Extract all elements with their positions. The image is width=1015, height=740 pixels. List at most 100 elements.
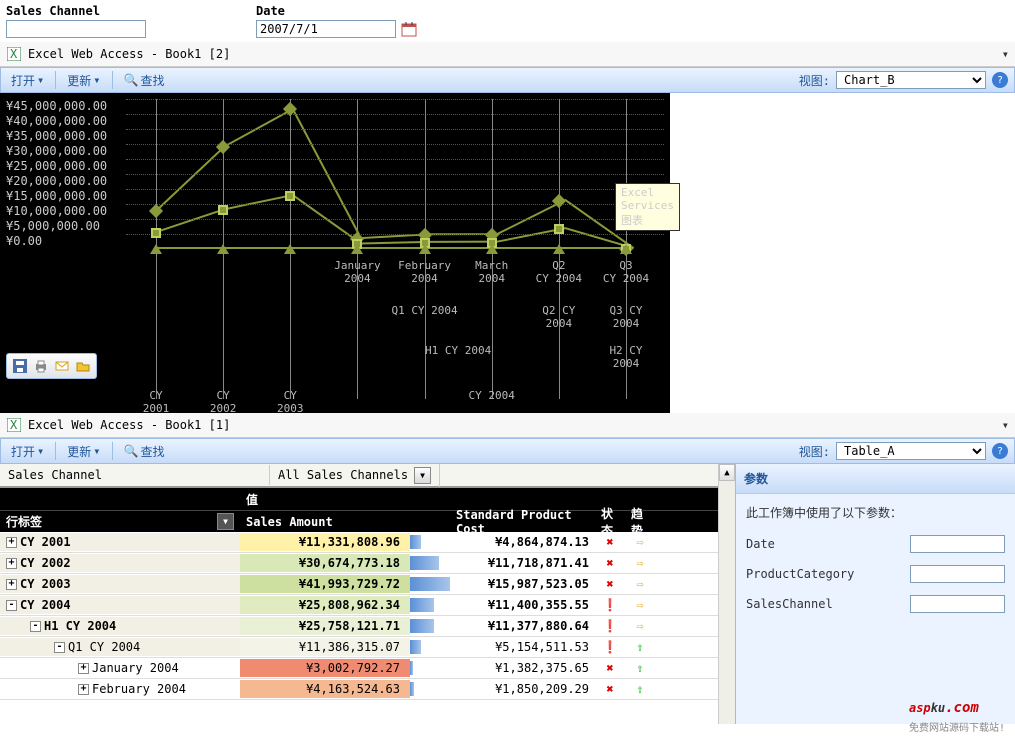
svg-text:X: X <box>10 47 18 61</box>
category-label: Q3 CY 2004 <box>603 259 649 285</box>
refresh-button-2[interactable]: 更新 ▾ <box>63 441 104 462</box>
expand-button[interactable]: + <box>6 579 17 590</box>
date-input[interactable] <box>256 20 396 38</box>
chart-marker <box>150 244 162 254</box>
y-tick: ¥45,000,000.00 <box>6 99 107 114</box>
chart-marker <box>217 244 229 254</box>
expand-button[interactable]: + <box>6 558 17 569</box>
sales-channel-input[interactable] <box>6 20 146 38</box>
print-icon[interactable] <box>32 357 50 375</box>
scroll-up[interactable]: ▲ <box>719 464 735 481</box>
expand-button[interactable]: - <box>54 642 65 653</box>
find-icon: 🔍 <box>124 73 139 87</box>
trend-right-icon: ⇨ <box>636 556 643 570</box>
svg-text:X: X <box>10 418 18 432</box>
y-tick: ¥40,000,000.00 <box>6 114 107 129</box>
open-button-2[interactable]: 打开 ▾ <box>7 441 48 462</box>
trend-right-icon: ⇨ <box>636 577 643 591</box>
y-tick: ¥5,000,000.00 <box>6 219 107 234</box>
find-button[interactable]: 🔍查找 <box>120 70 169 91</box>
category-label: CY 2003 <box>277 389 304 415</box>
param-input[interactable] <box>910 565 1005 583</box>
param-row: Date <box>746 535 1005 553</box>
toolbar-1: 打开 ▾ 更新 ▾ 🔍查找 视图: Chart_B ? <box>0 67 1015 93</box>
value-header: 值 <box>240 488 264 511</box>
param-input[interactable] <box>910 535 1005 553</box>
pivot-table: Sales Channel All Sales Channels ▼ 值 行标签… <box>0 464 718 724</box>
webpart-header-1: X Excel Web Access - Book1 [2] ▾ <box>0 42 1015 67</box>
param-input[interactable] <box>910 595 1005 613</box>
expand-button[interactable]: - <box>6 600 17 611</box>
chart-marker <box>351 244 363 254</box>
param-note: 此工作簿中使用了以下参数： <box>746 504 1005 521</box>
col-sales: Sales Amount <box>240 512 410 532</box>
table-row: +CY 2003¥41,993,729.72¥15,987,523.05✖⇨ <box>0 574 718 595</box>
row-dropdown[interactable]: ▼ <box>217 513 234 530</box>
category-label: CY 2002 <box>210 389 237 415</box>
trend-up-icon: ⇧ <box>636 661 643 675</box>
watermark: aspku.com 免费网站源码下载站! <box>909 687 1005 734</box>
mail-icon[interactable] <box>53 357 71 375</box>
refresh-button[interactable]: 更新 ▾ <box>63 70 104 91</box>
chart-marker <box>553 244 565 254</box>
view-select-1[interactable]: Chart_B <box>836 71 986 89</box>
view-label-2: 视图: <box>799 443 830 460</box>
category-group-label: H2 CY 2004 <box>609 344 642 370</box>
find-button-2[interactable]: 🔍查找 <box>120 441 169 462</box>
status-x-icon: ✖ <box>606 556 613 570</box>
help-icon[interactable]: ? <box>992 72 1008 88</box>
table-row: +CY 2002¥30,674,773.18¥11,718,871.41✖⇨ <box>0 553 718 574</box>
y-tick: ¥25,000,000.00 <box>6 159 107 174</box>
y-tick: ¥15,000,000.00 <box>6 189 107 204</box>
category-label: January 2004 <box>334 259 380 285</box>
help-icon-2[interactable]: ? <box>992 443 1008 459</box>
status-warn-icon: ❗ <box>603 619 618 633</box>
expand-button[interactable]: - <box>30 621 41 632</box>
expand-button[interactable]: + <box>78 684 89 695</box>
webpart-menu-2[interactable]: ▾ <box>1002 418 1009 432</box>
table-row: +January 2004¥3,002,792.27¥1,382,375.65✖… <box>0 658 718 679</box>
vertical-scrollbar[interactable]: ▲ <box>718 464 735 724</box>
param-label: SalesChannel <box>746 597 904 611</box>
save-icon[interactable] <box>11 357 29 375</box>
chart-marker <box>284 244 296 254</box>
parameters-panel: 参数 此工作簿中使用了以下参数： DateProductCategorySale… <box>735 464 1015 724</box>
chart-area: ¥45,000,000.00¥40,000,000.00¥35,000,000.… <box>0 93 670 413</box>
table-row: -H1 CY 2004¥25,758,121.71¥11,377,880.64❗… <box>0 616 718 637</box>
category-label: February 2004 <box>398 259 451 285</box>
folder-icon[interactable] <box>74 357 92 375</box>
status-warn-icon: ❗ <box>603 598 618 612</box>
open-button[interactable]: 打开 ▾ <box>7 70 48 91</box>
y-tick: ¥20,000,000.00 <box>6 174 107 189</box>
chart-marker <box>620 244 632 254</box>
table-row: -Q1 CY 2004¥11,386,315.07¥5,154,511.53❗⇧ <box>0 637 718 658</box>
status-warn-icon: ❗ <box>603 640 618 654</box>
category-label: Q2 CY 2004 <box>536 259 582 285</box>
status-x-icon: ✖ <box>606 661 613 675</box>
table-row: +February 2004¥4,163,524.63¥1,850,209.29… <box>0 679 718 700</box>
table-row: -CY 2004¥25,808,962.34¥11,400,355.55❗⇨ <box>0 595 718 616</box>
webpart-menu-1[interactable]: ▾ <box>1002 47 1009 61</box>
expand-button[interactable]: + <box>6 537 17 548</box>
webpart-header-2: X Excel Web Access - Book1 [1] ▾ <box>0 413 1015 438</box>
excel-icon: X <box>6 46 22 62</box>
view-label: 视图: <box>799 72 830 89</box>
expand-button[interactable]: + <box>78 663 89 674</box>
category-group-label: Q1 CY 2004 <box>391 304 457 317</box>
view-select-2[interactable]: Table_A <box>836 442 986 460</box>
y-tick: ¥0.00 <box>6 234 107 249</box>
calendar-icon[interactable] <box>400 20 418 38</box>
category-label: March 2004 <box>475 259 508 285</box>
trend-right-icon: ⇨ <box>636 619 643 633</box>
find-icon: 🔍 <box>124 444 139 458</box>
filter-dropdown[interactable]: ▼ <box>414 467 431 484</box>
webpart-title-2: Excel Web Access - Book1 [1] <box>28 418 230 432</box>
trend-right-icon: ⇨ <box>636 535 643 549</box>
toolbar-2: 打开 ▾ 更新 ▾ 🔍查找 视图: Table_A ? <box>0 438 1015 464</box>
param-label: Date <box>746 537 904 551</box>
y-tick: ¥10,000,000.00 <box>6 204 107 219</box>
category-group-label: H1 CY 2004 <box>425 344 491 357</box>
webpart-title-1: Excel Web Access - Book1 [2] <box>28 47 230 61</box>
sales-channel-label: Sales Channel <box>6 4 146 18</box>
chart-marker <box>554 224 564 234</box>
